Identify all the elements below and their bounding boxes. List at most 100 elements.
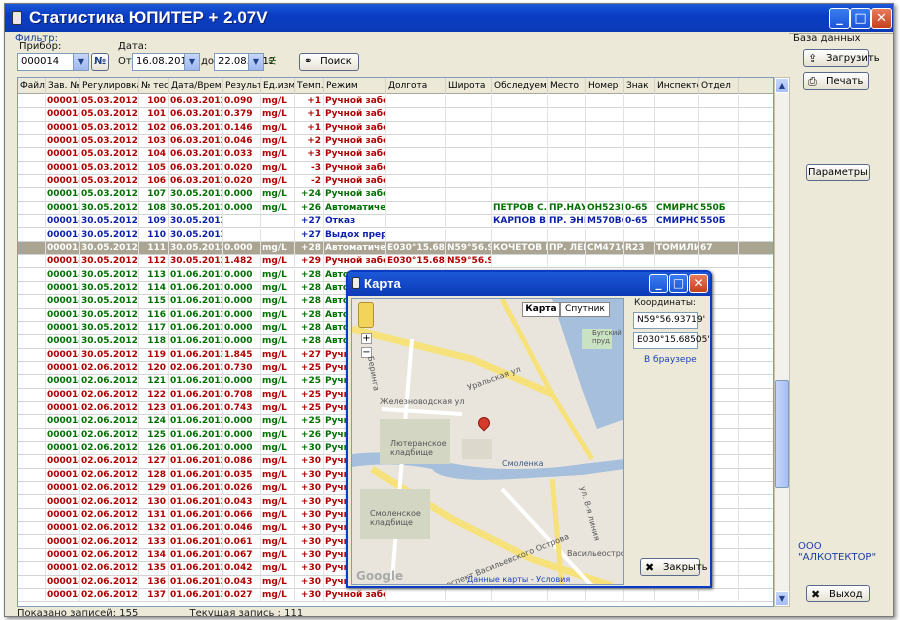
column-header[interactable]: Долгота [386,78,446,94]
scroll-up-icon[interactable]: ▲ [775,78,789,93]
table-cell: 134 [139,548,169,562]
longitude-field[interactable]: E030°15.68505' [633,332,710,349]
table-row[interactable]: 00001405.03.201210506.03.20120.020mg/L-3… [18,161,773,176]
table-cell: 000014 [47,95,80,108]
minimize-button[interactable]: _ [649,274,668,293]
street-view-pegman-icon[interactable] [358,302,374,328]
filter-clear-icon[interactable]: ⚟ [267,54,278,68]
title-bar[interactable]: Статистика ЮПИТЕР + 2.07V _ □ ✕ [5,4,893,32]
table-row[interactable]: 00001402.06.201213701.06.20120.027mg/L+3… [18,588,773,603]
column-header[interactable]: № теста [139,78,169,94]
print-button[interactable]: ⎙ Печать [803,72,869,90]
table-cell: 0.708 [223,388,261,402]
table-cell [492,161,548,175]
table-cell [386,228,446,242]
column-header[interactable]: Место [548,78,586,94]
table-row[interactable]: 00001405.03.201210606.03.20120.020mg/L-2… [18,175,773,189]
coordinates-label: Координаты: [634,298,696,308]
close-button[interactable]: ✕ [871,8,892,29]
table-cell [18,148,46,162]
table-cell: 111 [139,241,169,255]
table-cell: +25 [295,402,324,416]
table-cell: 30.05.2012 [170,188,223,202]
table-cell: 000014 [47,415,80,429]
table-cell: +30 [295,575,324,589]
table-cell [18,95,46,108]
column-header[interactable]: Ед.измер [261,78,295,94]
table-cell: 132 [139,522,169,536]
table-row[interactable]: 00001430.05.201211230.05.20121.482mg/L+2… [18,255,773,269]
map-dialog-titlebar[interactable]: Карта _ □ ✕ [348,272,710,296]
column-header[interactable]: Номер [586,78,624,94]
map-label-cemetery2: Смоленское кладбище [370,509,421,527]
table-cell [18,548,46,562]
tab-map[interactable]: Карта [522,302,560,317]
column-header[interactable]: Широта [446,78,492,94]
to-date-picker[interactable]: 22.08.2012 ▼ [214,53,275,71]
column-header[interactable]: Отдел [699,78,739,94]
from-date-picker[interactable]: 16.08.2012 ▼ [132,53,200,71]
table-cell [624,255,655,269]
table-row[interactable]: 00001405.03.201210730.05.20120.000mg/L+2… [18,188,773,202]
table-row[interactable]: 00001405.03.201210406.03.20120.033mg/L+3… [18,148,773,162]
table-cell: 01.06.2012 [170,402,223,416]
scroll-down-icon[interactable]: ▼ [775,591,789,606]
table-cell [548,135,586,149]
zoom-in-button[interactable]: + [361,333,372,344]
open-in-browser-link[interactable]: В браузере [644,355,697,365]
nf-button[interactable]: № [91,53,109,71]
table-row[interactable]: 00001430.05.201211030.05.2012+27Выдох пр… [18,228,773,242]
table-cell [18,335,46,349]
table-cell: mg/L [261,562,295,576]
table-cell: mg/L [261,388,295,402]
upload-icon: ⇪ [808,52,818,65]
search-button[interactable]: ⚭ Поиск [299,53,359,71]
close-button[interactable]: ✕ [689,274,708,293]
table-row[interactable]: 00001405.03.201210006.03.20120.090mg/L+1… [18,95,773,109]
device-select[interactable]: 000014 ▼ [17,53,89,71]
table-row[interactable]: 00001430.05.201211130.05.20120.000mg/L+2… [18,241,773,256]
table-row[interactable]: 00001405.03.201210106.03.20120.379mg/L+1… [18,108,773,122]
column-header[interactable]: Регулировка [80,78,139,94]
column-header[interactable]: Инспектор [655,78,699,94]
map-view[interactable]: + − Карта Спутник Уральская ул Железново… [351,298,624,585]
table-cell: 02.06.2012 [81,535,139,549]
status-bar: Показано записей: 155 Текущая запись : 1… [17,608,351,616]
table-cell: 117 [139,321,169,335]
table-cell: 01.06.2012 [170,508,223,522]
params-button[interactable]: Параметры [806,164,870,181]
table-cell [446,135,492,149]
table-cell: +26 [295,201,324,215]
table-cell: mg/L [261,135,295,149]
table-row[interactable]: 00001405.03.201210206.03.20120.146mg/L+1… [18,121,773,135]
column-header[interactable]: Дата/Время [169,78,223,94]
scroll-thumb[interactable] [775,380,789,488]
column-header[interactable]: Зав. № [46,78,80,94]
table-row[interactable]: 00001405.03.201210306.03.20120.046mg/L+2… [18,135,773,149]
column-header[interactable]: Режим [324,78,386,94]
column-header[interactable]: Темп. [295,78,324,94]
column-header[interactable]: Обследуемый [492,78,548,94]
table-cell: 113 [139,268,169,282]
map-footer-link[interactable]: Данные карты - Условия использования [467,575,623,584]
column-header[interactable]: Знак [624,78,655,94]
maximize-button[interactable]: □ [669,274,688,293]
table-cell: ПЕТРОВ С.П [493,201,548,215]
column-header[interactable]: Результат [223,78,261,94]
table-row[interactable]: 00001430.05.201210830.05.20120.000mg/L+2… [18,201,773,216]
latitude-field[interactable]: N59°56.93719' [633,312,705,329]
table-cell: 128 [139,468,169,482]
exit-button[interactable]: ✖ Выход [806,585,870,602]
table-cell [699,121,739,135]
table-row[interactable]: 00001430.05.201210930.05.2012+27ОтказКАР… [18,215,773,229]
map-close-button[interactable]: ✖ Закрыть [640,558,708,576]
tab-satellite[interactable]: Спутник [560,302,610,317]
table-cell: 000014 [47,175,80,189]
vertical-scrollbar[interactable]: ▲ ▼ [774,77,790,607]
table-cell: 127 [139,455,169,469]
minimize-button[interactable]: _ [829,8,850,29]
load-button[interactable]: ⇪ Загрузить [803,49,880,67]
table-cell [624,148,655,162]
column-header[interactable]: Файл [18,78,46,94]
maximize-button[interactable]: □ [850,8,871,29]
